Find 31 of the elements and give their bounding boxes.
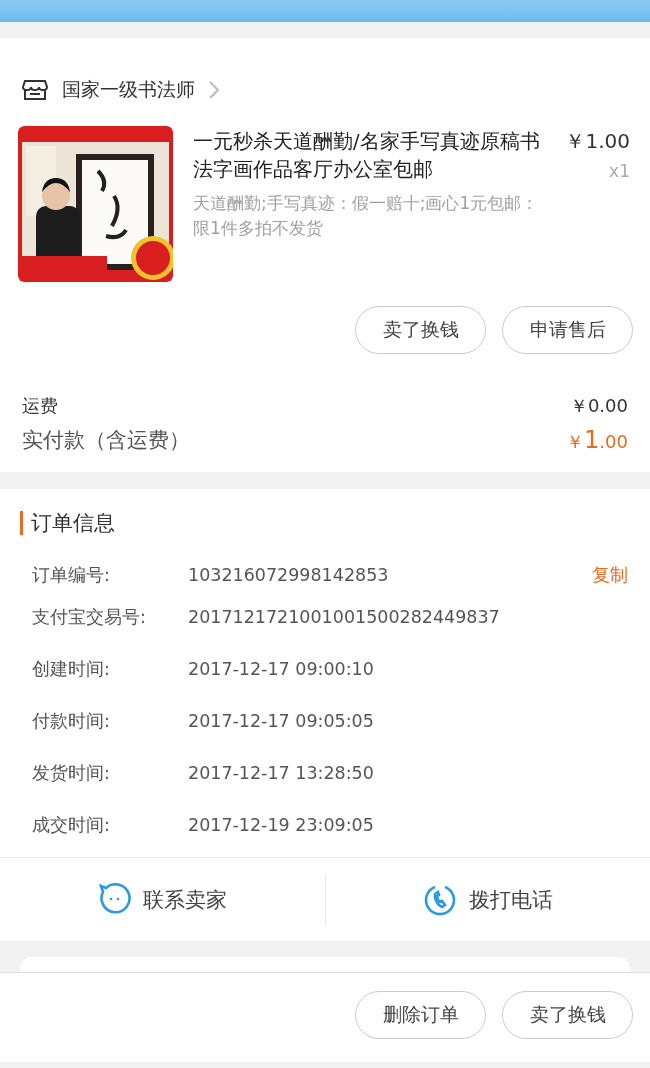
info-value: 2017-12-17 09:00:10 xyxy=(188,659,375,679)
info-label: 订单编号: xyxy=(32,564,111,587)
info-value: 2017-12-17 13:28:50 xyxy=(188,763,375,783)
contact-button[interactable]: 联系卖家 xyxy=(0,858,325,941)
product-quantity: x1 xyxy=(609,161,630,181)
info-value: 2017-12-17 09:05:05 xyxy=(188,711,375,731)
info-value: 2017-12-19 23:09:05 xyxy=(188,815,375,835)
product-description: 天道酬勤;手写真迹：假一赔十;画心1元包邮：限1件多拍不发货 xyxy=(193,192,540,240)
shop-name[interactable]: 国家一级书法师 xyxy=(62,77,195,103)
store-icon xyxy=(22,79,48,101)
info-value: 2017121721001001500282449837 xyxy=(188,607,501,627)
action-button[interactable]: 删除订单 xyxy=(355,991,486,1039)
fee-amount: ￥0.00 xyxy=(569,394,628,418)
total-label: 实付款（含运费） xyxy=(22,427,190,454)
product-price: ￥1.00 xyxy=(565,128,630,155)
info-label: 创建时间: xyxy=(32,658,111,681)
info-label: 成交时间: xyxy=(32,814,111,837)
section-title: 订单信息 xyxy=(31,510,115,537)
product-title[interactable]: 一元秒杀天道酬勤/名家手写真迹原稿书法字画作品客厅办公室包邮 xyxy=(193,128,546,184)
info-label: 发货时间: xyxy=(32,762,111,785)
action-button[interactable]: 卖了换钱 xyxy=(355,306,486,354)
accent-bar xyxy=(20,511,23,535)
action-button[interactable]: 卖了换钱 xyxy=(502,991,633,1039)
chat-bubble-icon xyxy=(97,882,132,917)
info-label: 付款时间: xyxy=(32,710,111,733)
info-value: 103216072998142853 xyxy=(188,565,390,585)
fee-label: 运费 xyxy=(22,394,58,418)
call-button[interactable]: 拨打电话 xyxy=(325,858,650,941)
info-label: 支付宝交易号: xyxy=(32,606,147,629)
action-button[interactable]: 申请售后 xyxy=(502,306,633,354)
total-amount: ￥1.00 xyxy=(566,426,628,454)
